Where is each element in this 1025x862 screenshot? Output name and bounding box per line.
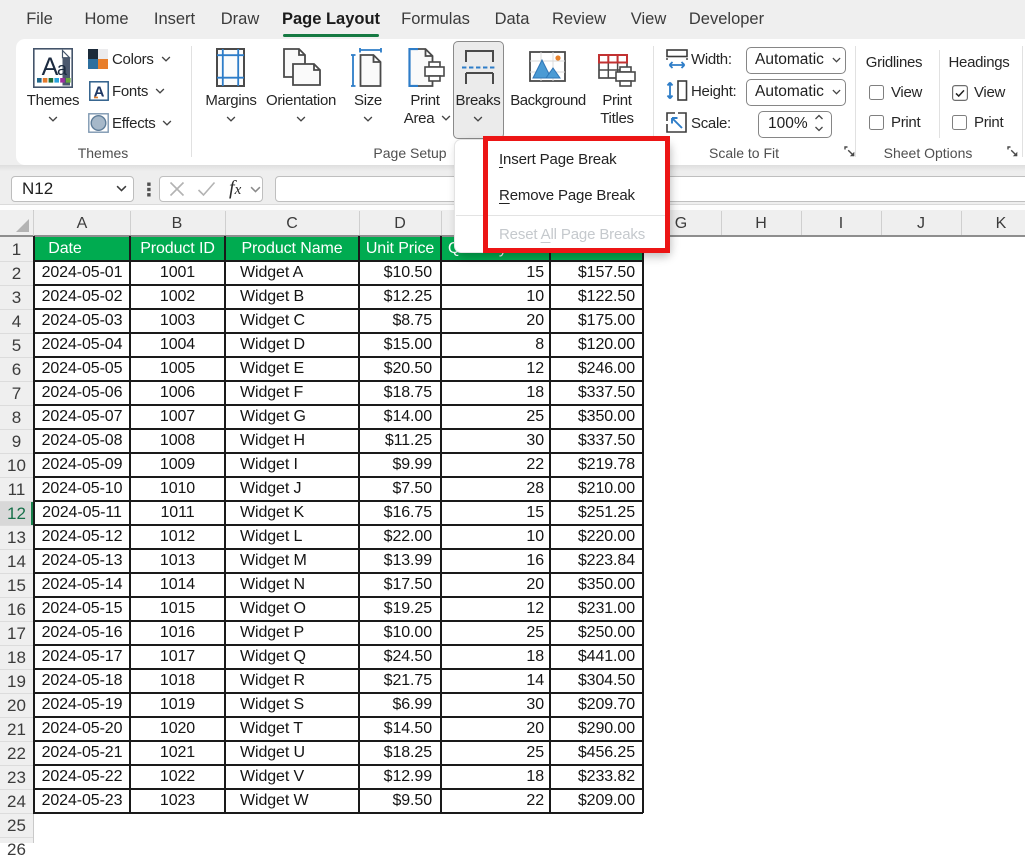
svg-text:a: a [57,59,68,79]
